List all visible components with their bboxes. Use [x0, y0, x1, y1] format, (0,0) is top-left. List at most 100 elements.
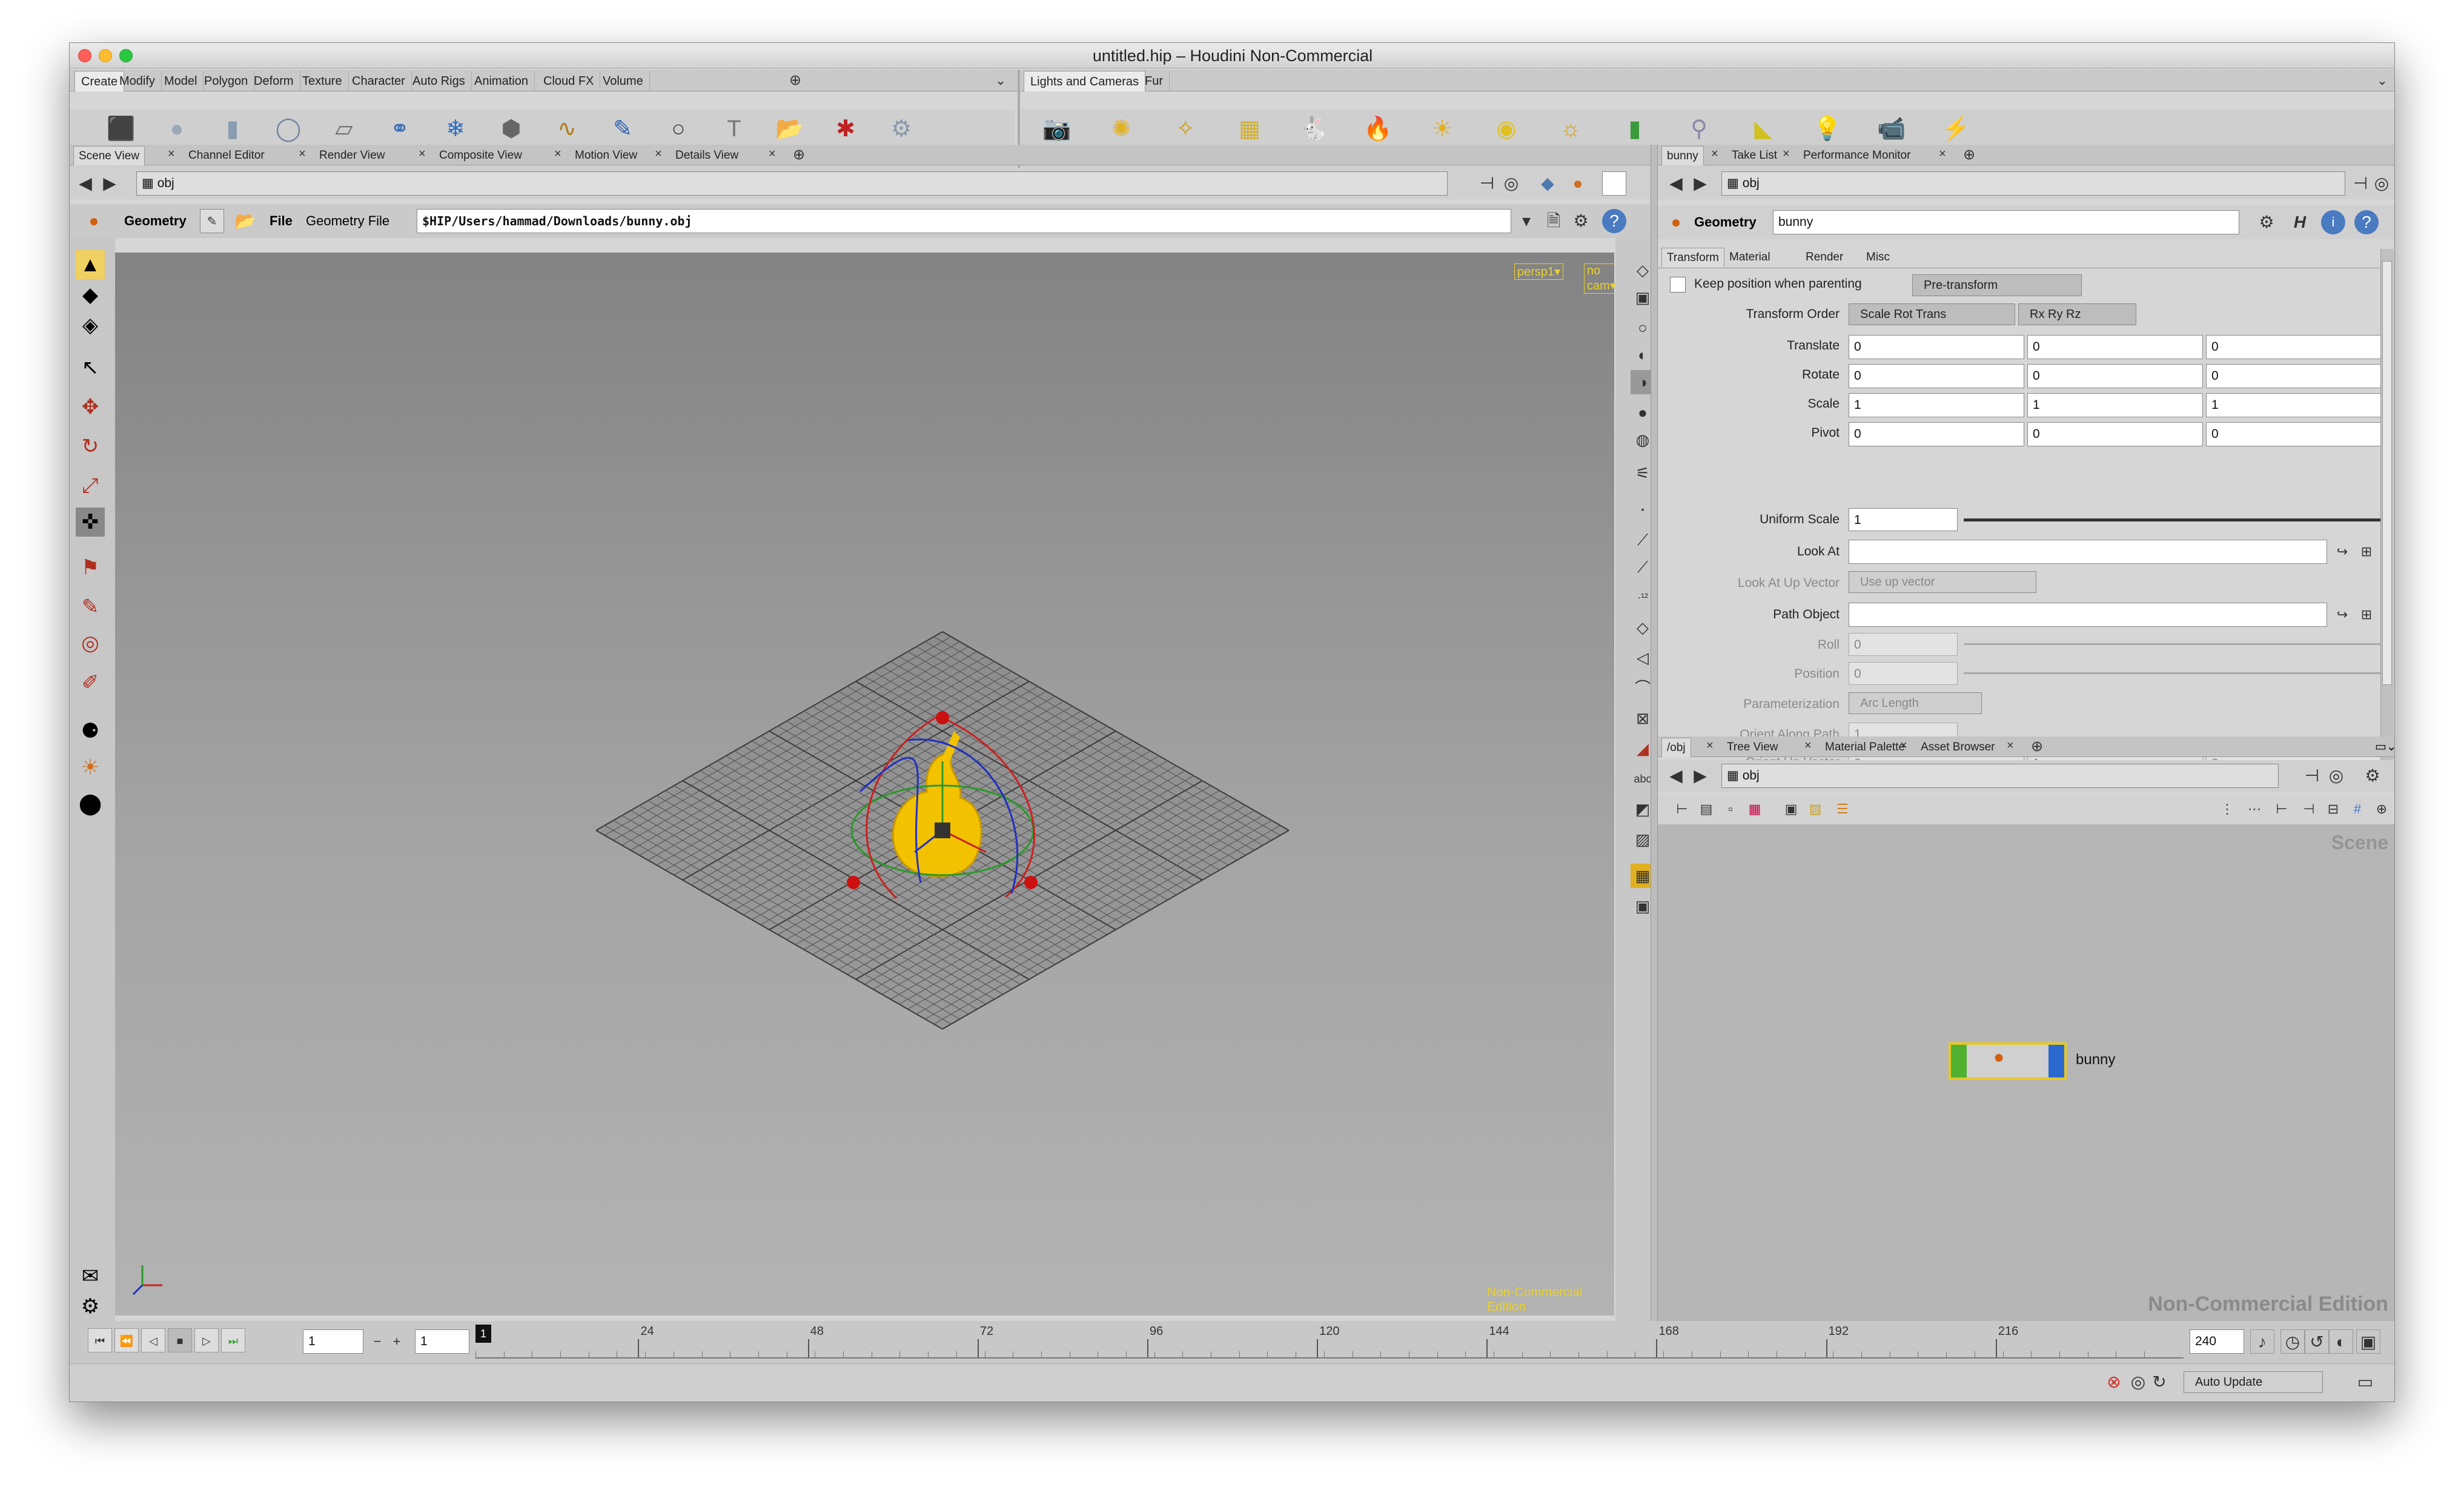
param-pin-icon[interactable]: ⊣ — [2348, 171, 2373, 196]
roll-slider[interactable] — [1964, 643, 2382, 645]
close-tab-icon[interactable]: × — [769, 147, 776, 161]
rotate-x-field[interactable]: 0 — [1849, 364, 2024, 388]
pretransform-menu[interactable]: Pre-transform — [1912, 274, 2082, 296]
global-animation-icon[interactable]: ▣ — [2356, 1329, 2380, 1354]
add-tab-icon[interactable]: ⊕ — [2025, 735, 2049, 759]
gear-icon[interactable]: ⚙ — [2254, 210, 2279, 234]
net-forward-icon[interactable]: ▶ — [1688, 764, 1712, 788]
param-subtab-material[interactable]: Material — [1724, 248, 1775, 267]
layout-branch-icon[interactable]: ⊣ — [2297, 797, 2321, 821]
file-browse-icon[interactable]: 🗎 — [1542, 209, 1566, 233]
prev-key-icon[interactable]: ⏪ — [114, 1328, 139, 1352]
scale-icon[interactable]: ⤢ — [76, 471, 105, 500]
parameterization-menu[interactable]: Arc Length — [1849, 692, 1982, 714]
close-tab-icon[interactable]: × — [1804, 739, 1812, 753]
notes-icon[interactable]: ✉ — [76, 1262, 105, 1291]
position-field[interactable]: 0 — [1849, 662, 1958, 685]
pivot-x-field[interactable]: 0 — [1849, 422, 2024, 446]
file-path-field[interactable]: $HIP/Users/hammad/Downloads/bunny.obj — [417, 209, 1511, 233]
keep-position-checkbox[interactable] — [1670, 277, 1686, 293]
add-shelf-tab-icon[interactable]: ⊕ — [783, 68, 807, 93]
node-display-flag[interactable] — [1951, 1045, 1967, 1077]
close-tab-icon[interactable]: × — [1939, 147, 1946, 161]
pivot-z-field[interactable]: 0 — [2206, 422, 2382, 446]
shelf-tab-lights-and-cameras[interactable]: Lights and Cameras — [1024, 71, 1145, 91]
paint-icon[interactable]: ✎ — [76, 592, 105, 621]
node-bunny[interactable]: ● — [1949, 1042, 2067, 1080]
scale-z-field[interactable]: 1 — [2206, 393, 2382, 417]
transform-order-menu[interactable]: Scale Rot Trans — [1849, 303, 2015, 325]
shelf-tab-auto-rigs[interactable]: Auto Rigs — [406, 71, 472, 91]
param-forward-icon[interactable]: ▶ — [1688, 171, 1712, 196]
refresh-icon[interactable]: ↻ — [2147, 1370, 2171, 1394]
scene-tab-motion-view[interactable]: Motion View — [570, 146, 642, 165]
close-tab-icon[interactable]: × — [554, 147, 561, 161]
close-tab-icon[interactable]: × — [1900, 739, 1907, 753]
close-tab-icon[interactable]: × — [1706, 739, 1714, 753]
net-tab-tree-view[interactable]: Tree View — [1722, 738, 1783, 757]
edit-icon[interactable]: ✎ — [200, 209, 224, 233]
help-icon[interactable]: ? — [1602, 209, 1626, 233]
scene-path-field[interactable]: ▦ obj — [136, 171, 1448, 196]
scene-viewport[interactable]: persp1▾ no cam▾ Non-Commercial Edition — [115, 253, 1619, 1316]
param-tab-bunny[interactable]: bunny — [1661, 146, 1704, 165]
file-path-dropdown-icon[interactable]: ▾ — [1514, 209, 1538, 233]
camera-tool-icon[interactable]: ⬤ — [76, 789, 105, 818]
realtime-icon[interactable]: ◷ — [2280, 1329, 2305, 1354]
handle-knob[interactable] — [847, 876, 860, 889]
close-tab-icon[interactable]: × — [168, 147, 175, 161]
cook-icon[interactable]: ◎ — [2126, 1370, 2150, 1394]
forward-icon[interactable]: ▶ — [98, 171, 122, 196]
play-reverse-icon[interactable]: ◁ — [141, 1328, 165, 1352]
rotate-icon[interactable]: ↻ — [76, 432, 105, 461]
close-tab-icon[interactable]: × — [655, 147, 662, 161]
roll-field[interactable]: 0 — [1849, 633, 1958, 656]
scale-x-field[interactable]: 1 — [1849, 393, 2024, 417]
handle-knob[interactable] — [936, 711, 949, 724]
loop-icon[interactable]: ↺ — [2305, 1329, 2329, 1354]
scene-tab-render-view[interactable]: Render View — [314, 146, 389, 165]
display-options-icon[interactable]: ◆ — [1535, 171, 1560, 196]
network-box-icon[interactable]: ▣ — [1779, 797, 1803, 821]
color-palette-icon[interactable]: ▦ — [1743, 797, 1767, 821]
start-frame-field[interactable]: 1 — [415, 1329, 469, 1354]
stop-icon[interactable]: ■ — [168, 1328, 192, 1352]
shelf-menu-icon[interactable]: ⌄ — [989, 68, 1013, 93]
net-pane-menu-icon[interactable]: ▭⌄ — [2375, 736, 2394, 757]
param-tab-performance-monitor[interactable]: Performance Monitor — [1798, 146, 1915, 165]
status-settings-icon[interactable]: ▭ — [2353, 1370, 2377, 1394]
param-path-field[interactable]: ▦ obj — [1721, 171, 2345, 196]
shelf-tab-character[interactable]: Character — [346, 71, 412, 91]
pin-icon[interactable]: ⊣ — [1475, 171, 1499, 196]
houdini-icon[interactable]: H — [2288, 210, 2312, 234]
uniform-scale-slider[interactable] — [1964, 518, 2382, 521]
display-settings-icon[interactable]: ⚙ — [76, 1292, 105, 1321]
look-at-field[interactable] — [1849, 540, 2327, 564]
rotation-order-menu[interactable]: Rx Ry Rz — [2018, 303, 2136, 325]
shelf-tab-deform[interactable]: Deform — [248, 71, 300, 91]
frame-increment-icon[interactable]: + — [385, 1329, 409, 1354]
network-editor[interactable]: Scene ● bunny Non-Commercial Edition — [1658, 824, 2394, 1321]
pivot-handle[interactable] — [935, 822, 950, 838]
path-chooser-icon[interactable]: ⊞ — [2354, 603, 2379, 627]
render-icon[interactable]: ● — [1566, 171, 1590, 196]
scale-y-field[interactable]: 1 — [2027, 393, 2203, 417]
handle-icon[interactable]: ✜ — [76, 508, 105, 537]
net-path-field[interactable]: ▦ obj — [1721, 764, 2279, 788]
param-help-icon[interactable]: ? — [2354, 210, 2379, 234]
scene-tab-channel-editor[interactable]: Channel Editor — [184, 146, 270, 165]
align-icon[interactable]: ⊟ — [2321, 797, 2345, 821]
back-icon[interactable]: ◀ — [73, 171, 98, 196]
position-slider[interactable] — [1964, 672, 2382, 674]
layout-vertical-icon[interactable]: ⋮ — [2215, 797, 2239, 821]
param-subtab-render[interactable]: Render — [1801, 248, 1848, 267]
scene-tab-composite-view[interactable]: Composite View — [434, 146, 527, 165]
select-mode-icon[interactable]: ▲ — [76, 250, 105, 279]
camera-menu[interactable]: persp1▾ — [1514, 263, 1564, 280]
select-icon[interactable]: ↖ — [76, 353, 105, 382]
net-tab-material-palette[interactable]: Material Palette — [1820, 738, 1910, 757]
net-tab-asset-browser[interactable]: Asset Browser — [1916, 738, 1999, 757]
view-icon[interactable]: ◎ — [76, 629, 105, 658]
time-cursor[interactable]: 1 — [475, 1325, 491, 1343]
pivot-y-field[interactable]: 0 — [2027, 422, 2203, 446]
